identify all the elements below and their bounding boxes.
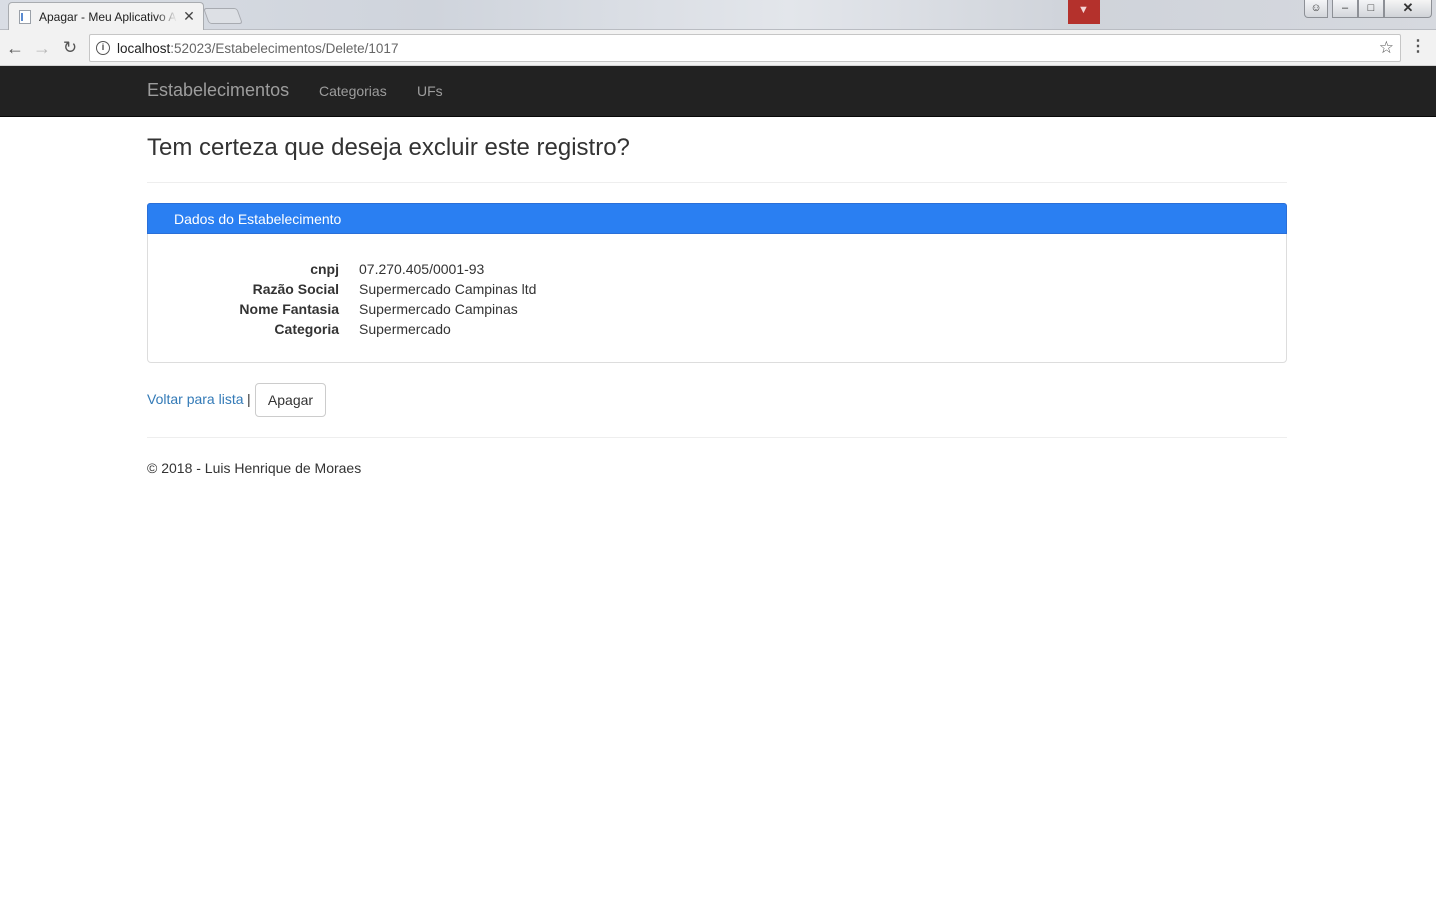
footer-divider [147,437,1287,438]
field-value-nome-fantasia: Supermercado Campinas [359,301,518,317]
minimize-button[interactable]: – [1332,0,1358,18]
field-label-nome-fantasia: Nome Fantasia [239,301,339,317]
window-close-button[interactable]: ✕ [1384,0,1432,18]
back-to-list-link[interactable]: Voltar para lista [147,391,244,407]
field-label-razao-social: Razão Social [252,281,339,297]
nav-link-categorias[interactable]: Categorias [319,83,387,99]
address-bar[interactable]: i localhost:52023/Estabelecimentos/Delet… [89,34,1401,62]
divider [147,182,1287,183]
navbar-brand[interactable]: Estabelecimentos [147,80,289,101]
details-panel: Dados do Estabelecimento cnpj 07.270.405… [147,203,1287,363]
footer-copyright: © 2018 - Luis Henrique de Moraes [147,460,362,476]
field-label-categoria: Categoria [274,321,339,337]
browser-tab-active[interactable]: Apagar - Meu Aplicativo ASP.NET ✕ [8,2,204,30]
field-value-razao-social: Supermercado Campinas ltd [359,281,537,297]
maximize-button[interactable]: □ [1358,0,1384,18]
field-label-cnpj: cnpj [310,261,339,277]
reload-icon[interactable]: ↻ [58,36,82,60]
panel-heading: Dados do Estabelecimento [147,203,1287,234]
page-favicon-icon [19,10,31,24]
browser-toolbar: ← → ↻ i localhost:52023/Estabelecimentos… [0,30,1436,66]
url-path: :52023/Estabelecimentos/Delete/1017 [170,41,399,56]
profile-icon[interactable]: ☺ [1304,0,1328,18]
new-tab-button[interactable] [203,8,243,24]
panel-title: Dados do Estabelecimento [174,211,342,227]
url-host: localhost [117,41,171,56]
window-extension-icon[interactable] [1068,0,1100,24]
tab-close-icon[interactable]: ✕ [181,8,197,24]
delete-button[interactable]: Apagar [255,383,326,417]
arrow-left-icon[interactable]: ← [3,36,27,60]
field-value-categoria: Supermercado [359,321,451,337]
site-navbar: Estabelecimentos Categorias UFs [0,66,1436,117]
url-text[interactable]: localhost:52023/Estabelecimentos/Delete/… [117,41,398,56]
browser-tab-title: Apagar - Meu Aplicativo ASP.NET [39,10,177,24]
star-icon[interactable]: ☆ [1379,38,1394,58]
field-value-cnpj: 07.270.405/0001-93 [359,261,485,277]
nav-link-ufs[interactable]: UFs [417,83,443,99]
browser-tabstrip: Apagar - Meu Aplicativo ASP.NET ✕ ☺ – □ … [0,0,1436,30]
link-separator: | [247,391,251,407]
page-title: Tem certeza que deseja excluir este regi… [147,134,630,161]
info-icon[interactable]: i [96,41,110,55]
arrow-right-icon[interactable]: → [30,36,54,60]
menu-dots-icon[interactable]: ⋮ [1410,38,1426,58]
